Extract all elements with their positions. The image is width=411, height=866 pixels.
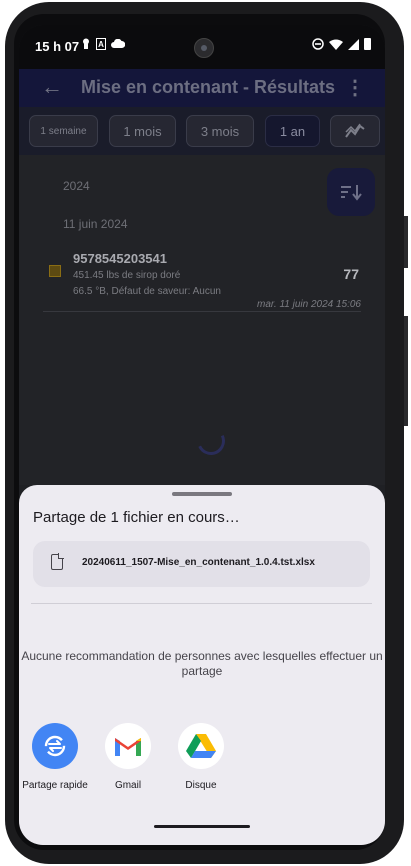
item-timestamp: mar. 11 juin 2024 15:06 [257,299,361,310]
sheet-drag-handle[interactable] [172,492,232,496]
list-item[interactable]: 9578545203541 451.45 lbs de sirop doré 6… [43,241,361,312]
dnd-icon [312,38,324,50]
year-header: 2024 [63,179,90,193]
product-icon [49,265,61,277]
notification-pin-icon [83,38,89,49]
chart-toggle-button[interactable] [330,115,380,147]
chart-icon [345,123,365,138]
chip-label: 1 semaine [40,125,87,137]
share-title: Partage de 1 fichier en cours… [33,509,240,526]
status-time: 15 h 07 [35,39,80,54]
item-description: 451.45 lbs de sirop doré [73,270,181,281]
power-button [404,216,408,268]
battery-icon [364,38,371,50]
volume-button [404,316,408,426]
no-recommendation-text: Aucune recommandation de personnes avec … [21,649,383,678]
chip-label: 1 mois [123,123,162,139]
wifi-icon [329,39,343,50]
chip-label: 3 mois [200,123,240,139]
file-name: 20240611_1507-Mise_en_contenant_1.0.4.ts… [82,557,315,568]
loading-spinner [193,423,229,459]
filter-chip-3-months[interactable]: 3 mois [186,115,254,147]
status-right-icons [312,38,371,50]
date-header: 11 juin 2024 [63,217,128,231]
share-target-gmail[interactable]: Gmail [92,723,164,793]
back-arrow-icon[interactable]: ← [41,74,63,100]
divider [31,603,372,604]
screen: 15 h 07 A ← Mise en contenant - Résultat… [19,25,385,845]
front-camera [194,38,214,58]
cloud-icon [111,39,125,48]
item-code: 9578545203541 [73,251,167,266]
status-bar: 15 h 07 A [19,25,385,69]
share-target-label: Gmail [114,780,142,791]
file-preview-card: 20240611_1507-Mise_en_contenant_1.0.4.ts… [33,541,370,587]
sort-button[interactable] [327,168,375,216]
home-indicator[interactable] [154,825,250,828]
share-target-drive[interactable]: Disque [165,723,237,793]
gmail-icon [105,723,151,769]
more-options-icon[interactable]: ⋮ [345,75,365,100]
chip-label: 1 an [279,123,306,139]
share-target-label: Partage rapide [22,780,88,791]
share-sheet: Partage de 1 fichier en cours… 20240611_… [19,485,385,845]
sort-icon [341,185,362,201]
period-filter-bar: 1 semaine 1 mois 3 mois 1 an [19,107,385,155]
share-target-quick-share[interactable]: Partage rapide [19,723,91,793]
page-title: Mise en contenant - Résultats [81,77,336,97]
font-a-icon: A [96,38,106,50]
file-icon [51,553,64,570]
svg-text:A: A [98,40,104,49]
share-target-label: Disque [185,780,217,791]
signal-icon [348,38,359,50]
status-left-icons: A [81,38,125,50]
filter-chip-1-month[interactable]: 1 mois [109,115,176,147]
filter-chip-1-year[interactable]: 1 an [265,115,320,147]
phone-device: 15 h 07 A ← Mise en contenant - Résultat… [0,0,411,866]
results-list: 2024 11 juin 2024 9578545203541 451.45 l… [19,155,385,485]
item-details: 66.5 °B, Défaut de saveur: Aucun [73,286,221,297]
app-bar: ← Mise en contenant - Résultats ⋮ [19,69,385,107]
item-count: 77 [343,266,359,282]
drive-icon [178,723,224,769]
quick-share-icon [32,723,78,769]
filter-chip-1-week[interactable]: 1 semaine [29,115,98,147]
